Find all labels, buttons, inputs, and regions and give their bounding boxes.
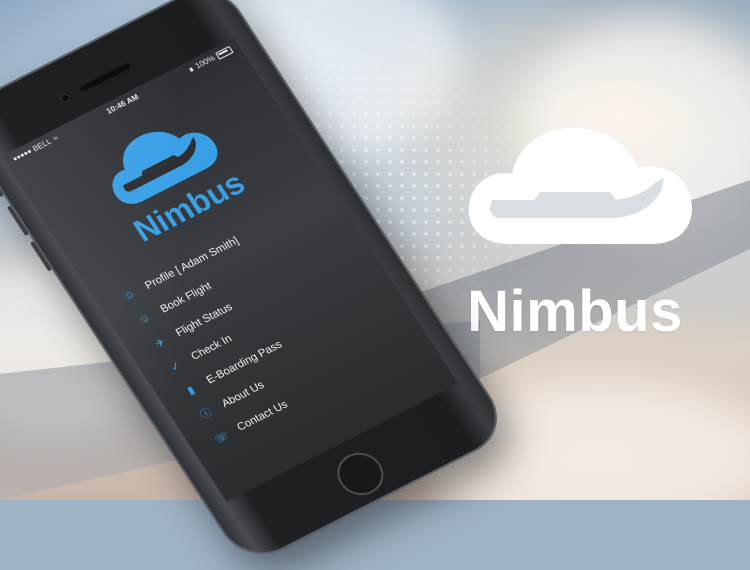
check-icon: ✓ <box>168 359 184 374</box>
nimbus-logo-icon <box>468 127 692 244</box>
earpiece-speaker <box>78 62 132 93</box>
brand-name: Nimbus <box>467 279 683 344</box>
battery-percent: 100% <box>193 53 217 71</box>
user-icon: ☺ <box>136 311 153 327</box>
headset-icon: ☏ <box>212 429 232 446</box>
plane-icon: ✈ <box>152 335 168 351</box>
front-camera <box>57 91 73 105</box>
user-icon: ☺ <box>121 287 138 303</box>
battery-icon <box>214 45 234 60</box>
info-icon: ⓘ <box>198 406 215 422</box>
home-button[interactable] <box>328 445 392 503</box>
ticket-icon: ▮ <box>184 383 197 397</box>
mute-switch <box>0 180 4 198</box>
